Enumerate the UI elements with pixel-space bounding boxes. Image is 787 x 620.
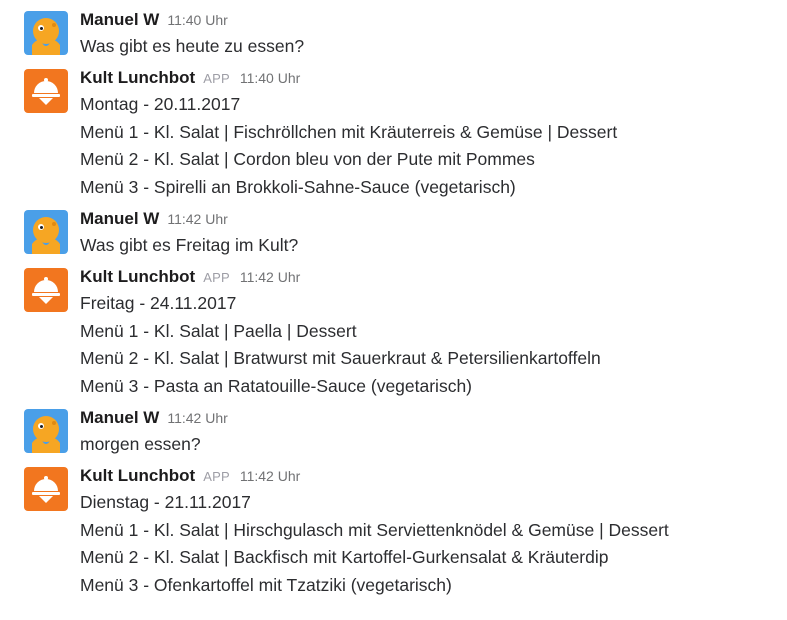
message-text: Montag - 20.11.2017 (80, 94, 241, 114)
message-text: Menü 2 - Kl. Salat | Bratwurst mit Sauer… (80, 348, 601, 368)
timestamp[interactable]: 11:40 Uhr (167, 12, 227, 28)
cloche-serving-icon[interactable] (24, 69, 68, 113)
timestamp[interactable]: 11:42 Uhr (240, 269, 300, 285)
timestamp[interactable]: 11:42 Uhr (167, 410, 227, 426)
message-feed: Manuel W 11:40 Uhr Was gibt es heute zu … (0, 0, 787, 620)
message-text: Menü 1 - Kl. Salat | Fischröllchen mit K… (80, 121, 618, 142)
message-text: Freitag - 24.11.2017 (80, 293, 237, 313)
octopus-avatar-icon[interactable] (24, 11, 68, 55)
octopus-avatar-icon[interactable] (24, 409, 68, 453)
message-text: morgen essen? (80, 434, 201, 454)
message-text: Menü 1 - Kl. Salat | Paella | Dessert (80, 320, 357, 341)
author-name[interactable]: Manuel W (80, 209, 159, 229)
author-name[interactable]: Kult Lunchbot (80, 267, 195, 287)
author-name[interactable]: Kult Lunchbot (80, 466, 195, 486)
message-text: Menü 3 - Spirelli an Brokkoli-Sahne-Sauc… (80, 176, 516, 197)
app-badge: APP (203, 71, 230, 86)
author-name[interactable]: Kult Lunchbot (80, 68, 195, 88)
message-text: Menü 2 - Kl. Salat | Backfisch mit Karto… (80, 547, 609, 567)
message-text: Menü 2 - Kl. Salat | Cordon bleu von der… (80, 149, 535, 169)
message-text: Menü 3 - Ofenkartoffel mit Tzatziki (veg… (80, 574, 452, 595)
cloche-serving-icon[interactable] (24, 268, 68, 312)
octopus-avatar-icon[interactable] (24, 210, 68, 254)
author-name[interactable]: Manuel W (80, 10, 159, 30)
message-text: Menü 1 - Kl. Salat | Hirschgulasch mit S… (80, 519, 669, 540)
app-badge: APP (203, 270, 230, 285)
message-text: Was gibt es Freitag im Kult? (80, 235, 299, 255)
message-text: Dienstag - 21.11.2017 (80, 492, 251, 512)
author-name[interactable]: Manuel W (80, 408, 159, 428)
timestamp[interactable]: 11:42 Uhr (167, 211, 227, 227)
message-text: Menü 3 - Pasta an Ratatouille-Sauce (veg… (80, 375, 473, 396)
timestamp[interactable]: 11:40 Uhr (240, 70, 300, 86)
message-text: Was gibt es heute zu essen? (80, 36, 305, 56)
app-badge: APP (203, 469, 230, 484)
timestamp[interactable]: 11:42 Uhr (240, 468, 300, 484)
cloche-serving-icon[interactable] (24, 467, 68, 511)
